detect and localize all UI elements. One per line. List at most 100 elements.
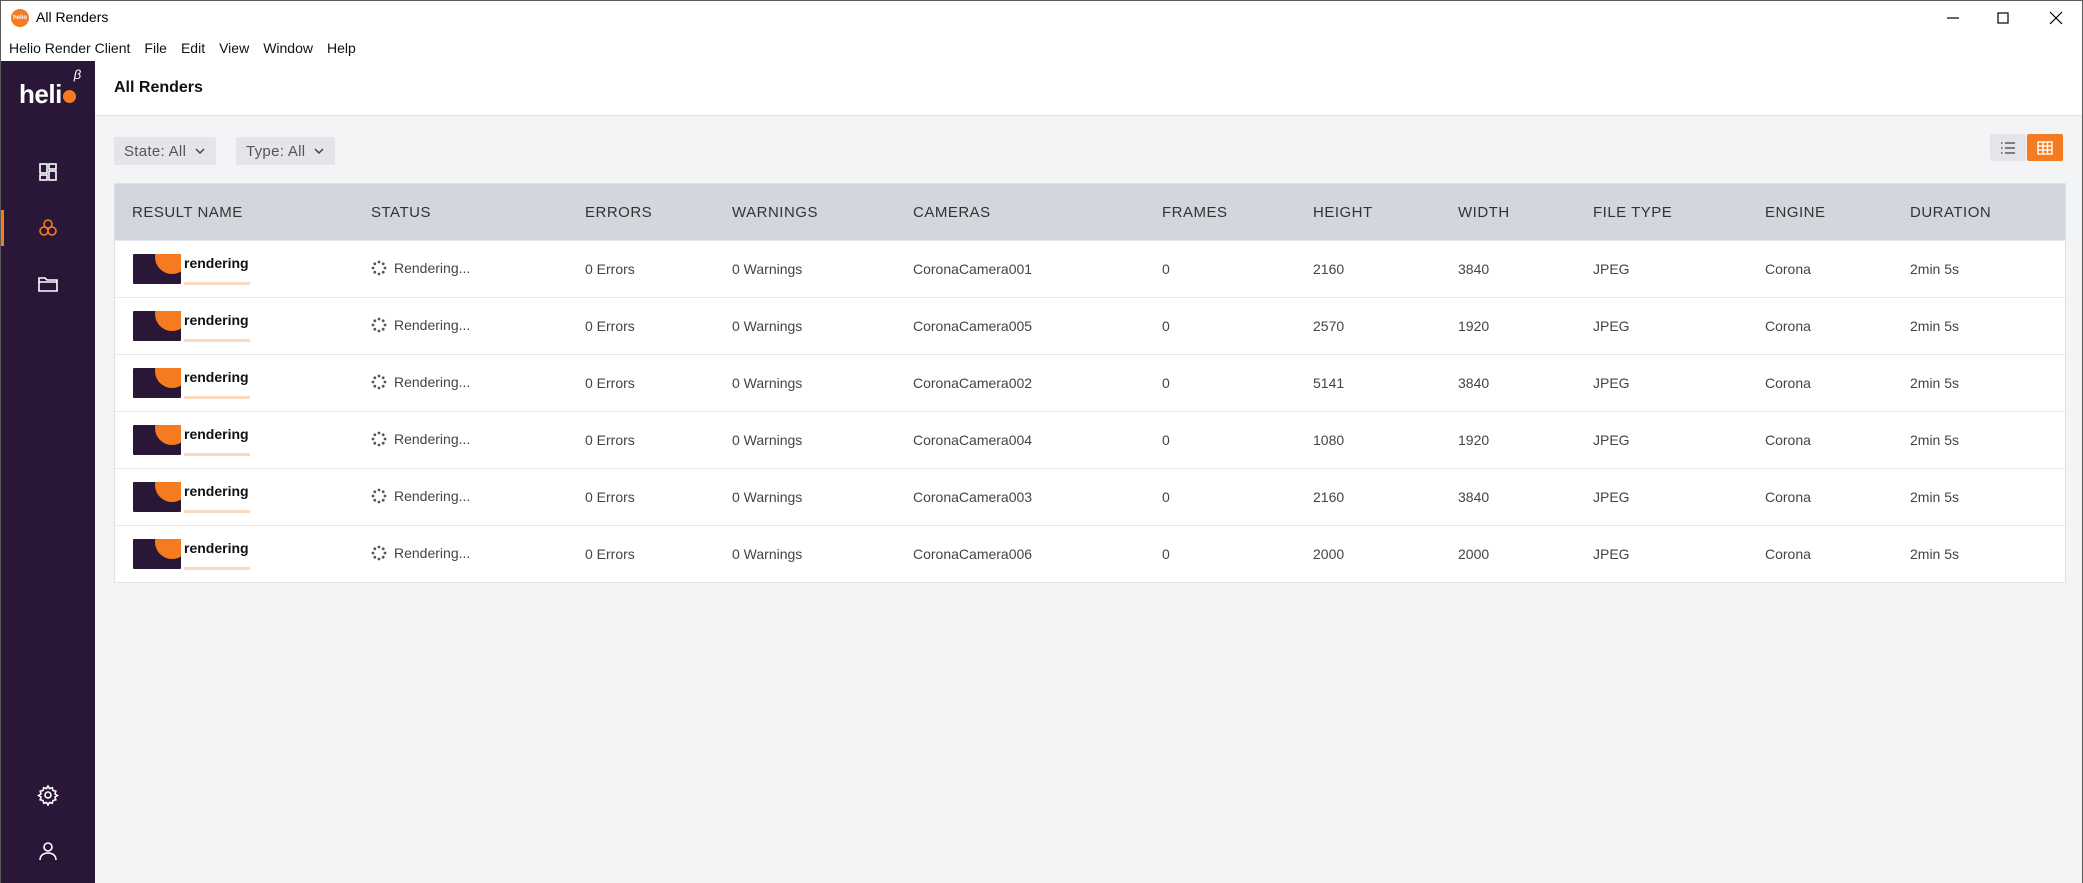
status-text: Rendering... xyxy=(394,317,471,333)
page-title: All Renders xyxy=(114,79,203,96)
title-bar: helio All Renders xyxy=(1,1,2082,35)
list-view-button[interactable] xyxy=(1990,134,2026,161)
sidebar-item-files[interactable] xyxy=(1,256,95,312)
height-cell: 1080 xyxy=(1313,432,1345,448)
maximize-icon xyxy=(1997,12,2009,24)
render-progress-bar xyxy=(184,567,250,570)
result-name: rendering xyxy=(184,540,249,556)
errors-cell: 0 Errors xyxy=(585,375,635,391)
render-thumbnail xyxy=(133,425,181,455)
table-row[interactable]: rendering Rendering... 0 Errors 0 Warnin… xyxy=(115,297,2065,354)
errors-cell: 0 Errors xyxy=(585,546,635,562)
column-header-frames[interactable]: FRAMES xyxy=(1162,204,1228,221)
sidebar: heliβ xyxy=(1,61,95,883)
type-filter-dropdown[interactable]: Type: All xyxy=(236,137,336,165)
spinner-icon xyxy=(371,374,387,390)
spinner-icon xyxy=(371,545,387,561)
spinner-icon xyxy=(371,488,387,504)
width-cell: 2000 xyxy=(1458,546,1490,562)
column-header-height[interactable]: HEIGHT xyxy=(1313,204,1373,221)
engine-cell: Corona xyxy=(1765,318,1811,334)
sidebar-item-dashboard[interactable] xyxy=(1,144,95,200)
close-button[interactable] xyxy=(2029,1,2083,35)
warnings-cell: 0 Warnings xyxy=(732,546,803,562)
status-text: Rendering... xyxy=(394,260,471,276)
render-progress-bar xyxy=(184,282,250,285)
warnings-cell: 0 Warnings xyxy=(732,261,803,277)
menu-item-view[interactable]: View xyxy=(219,40,249,56)
result-name: rendering xyxy=(184,426,249,442)
menu-item-app[interactable]: Helio Render Client xyxy=(9,40,130,56)
table-row[interactable]: rendering Rendering... 0 Errors 0 Warnin… xyxy=(115,525,2065,582)
engine-cell: Corona xyxy=(1765,375,1811,391)
menu-item-help[interactable]: Help xyxy=(327,40,356,56)
column-header-warnings[interactable]: WARNINGS xyxy=(732,204,818,221)
table-row[interactable]: rendering Rendering... 0 Errors 0 Warnin… xyxy=(115,468,2065,525)
frames-cell: 0 xyxy=(1162,432,1170,448)
result-name: rendering xyxy=(184,255,249,271)
column-header-file-type[interactable]: FILE TYPE xyxy=(1593,204,1672,221)
menu-item-edit[interactable]: Edit xyxy=(181,40,205,56)
width-cell: 3840 xyxy=(1458,375,1490,391)
duration-cell: 2min 5s xyxy=(1910,261,1960,277)
frames-cell: 0 xyxy=(1162,489,1170,505)
state-filter-label: State: All xyxy=(124,142,187,160)
close-icon xyxy=(2049,11,2063,25)
status-cell: Rendering... xyxy=(371,374,470,390)
warnings-cell: 0 Warnings xyxy=(732,318,803,334)
app-logo-icon: helio xyxy=(11,9,29,27)
brand-text: heli xyxy=(19,79,62,109)
render-thumbnail xyxy=(133,368,181,398)
table-row[interactable]: rendering Rendering... 0 Errors 0 Warnin… xyxy=(115,411,2065,468)
frames-cell: 0 xyxy=(1162,318,1170,334)
table-row[interactable]: rendering Rendering... 0 Errors 0 Warnin… xyxy=(115,354,2065,411)
column-header-duration[interactable]: DURATION xyxy=(1910,204,1991,221)
status-cell: Rendering... xyxy=(371,488,470,504)
spinner-icon xyxy=(371,317,387,333)
duration-cell: 2min 5s xyxy=(1910,432,1960,448)
main-content: All Renders State: All Type: All RESULT … xyxy=(95,61,2082,883)
warnings-cell: 0 Warnings xyxy=(732,375,803,391)
errors-cell: 0 Errors xyxy=(585,318,635,334)
maximize-button[interactable] xyxy=(1976,1,2030,35)
window-title: All Renders xyxy=(36,9,109,25)
state-filter-dropdown[interactable]: State: All xyxy=(114,137,217,165)
grid-view-icon xyxy=(2037,140,2053,155)
render-progress-bar xyxy=(184,396,250,399)
column-header-status[interactable]: STATUS xyxy=(371,204,431,221)
brand-dot-icon xyxy=(62,90,76,103)
height-cell: 2160 xyxy=(1313,261,1345,277)
sidebar-item-renders[interactable] xyxy=(1,200,95,256)
sidebar-item-account[interactable] xyxy=(1,823,95,879)
menu-item-file[interactable]: File xyxy=(144,40,167,56)
errors-cell: 0 Errors xyxy=(585,261,635,277)
chevron-down-icon xyxy=(314,148,324,155)
grid-view-button[interactable] xyxy=(2027,134,2063,161)
column-header-errors[interactable]: ERRORS xyxy=(585,204,652,221)
width-cell: 1920 xyxy=(1458,432,1490,448)
file-type-cell: JPEG xyxy=(1593,375,1630,391)
render-thumbnail xyxy=(133,311,181,341)
result-name: rendering xyxy=(184,369,249,385)
spinner-icon xyxy=(371,431,387,447)
result-name: rendering xyxy=(184,312,249,328)
list-view-icon xyxy=(2001,141,2015,154)
column-header-width[interactable]: WIDTH xyxy=(1458,204,1510,221)
column-header-result-name[interactable]: RESULT NAME xyxy=(132,204,243,221)
width-cell: 1920 xyxy=(1458,318,1490,334)
status-cell: Rendering... xyxy=(371,431,470,447)
file-type-cell: JPEG xyxy=(1593,318,1630,334)
column-header-cameras[interactable]: CAMERAS xyxy=(913,204,991,221)
table-body: rendering Rendering... 0 Errors 0 Warnin… xyxy=(115,240,2065,582)
menu-bar: Helio Render Client File Edit View Windo… xyxy=(1,35,2082,61)
sidebar-item-settings[interactable] xyxy=(1,767,95,823)
table-row[interactable]: rendering Rendering... 0 Errors 0 Warnin… xyxy=(115,240,2065,297)
status-text: Rendering... xyxy=(394,488,471,504)
camera-cell: CoronaCamera006 xyxy=(913,546,1033,562)
minimize-button[interactable] xyxy=(1926,1,1980,35)
status-text: Rendering... xyxy=(394,374,471,390)
frames-cell: 0 xyxy=(1162,375,1170,391)
menu-item-window[interactable]: Window xyxy=(263,40,313,56)
duration-cell: 2min 5s xyxy=(1910,546,1960,562)
column-header-engine[interactable]: ENGINE xyxy=(1765,204,1826,221)
